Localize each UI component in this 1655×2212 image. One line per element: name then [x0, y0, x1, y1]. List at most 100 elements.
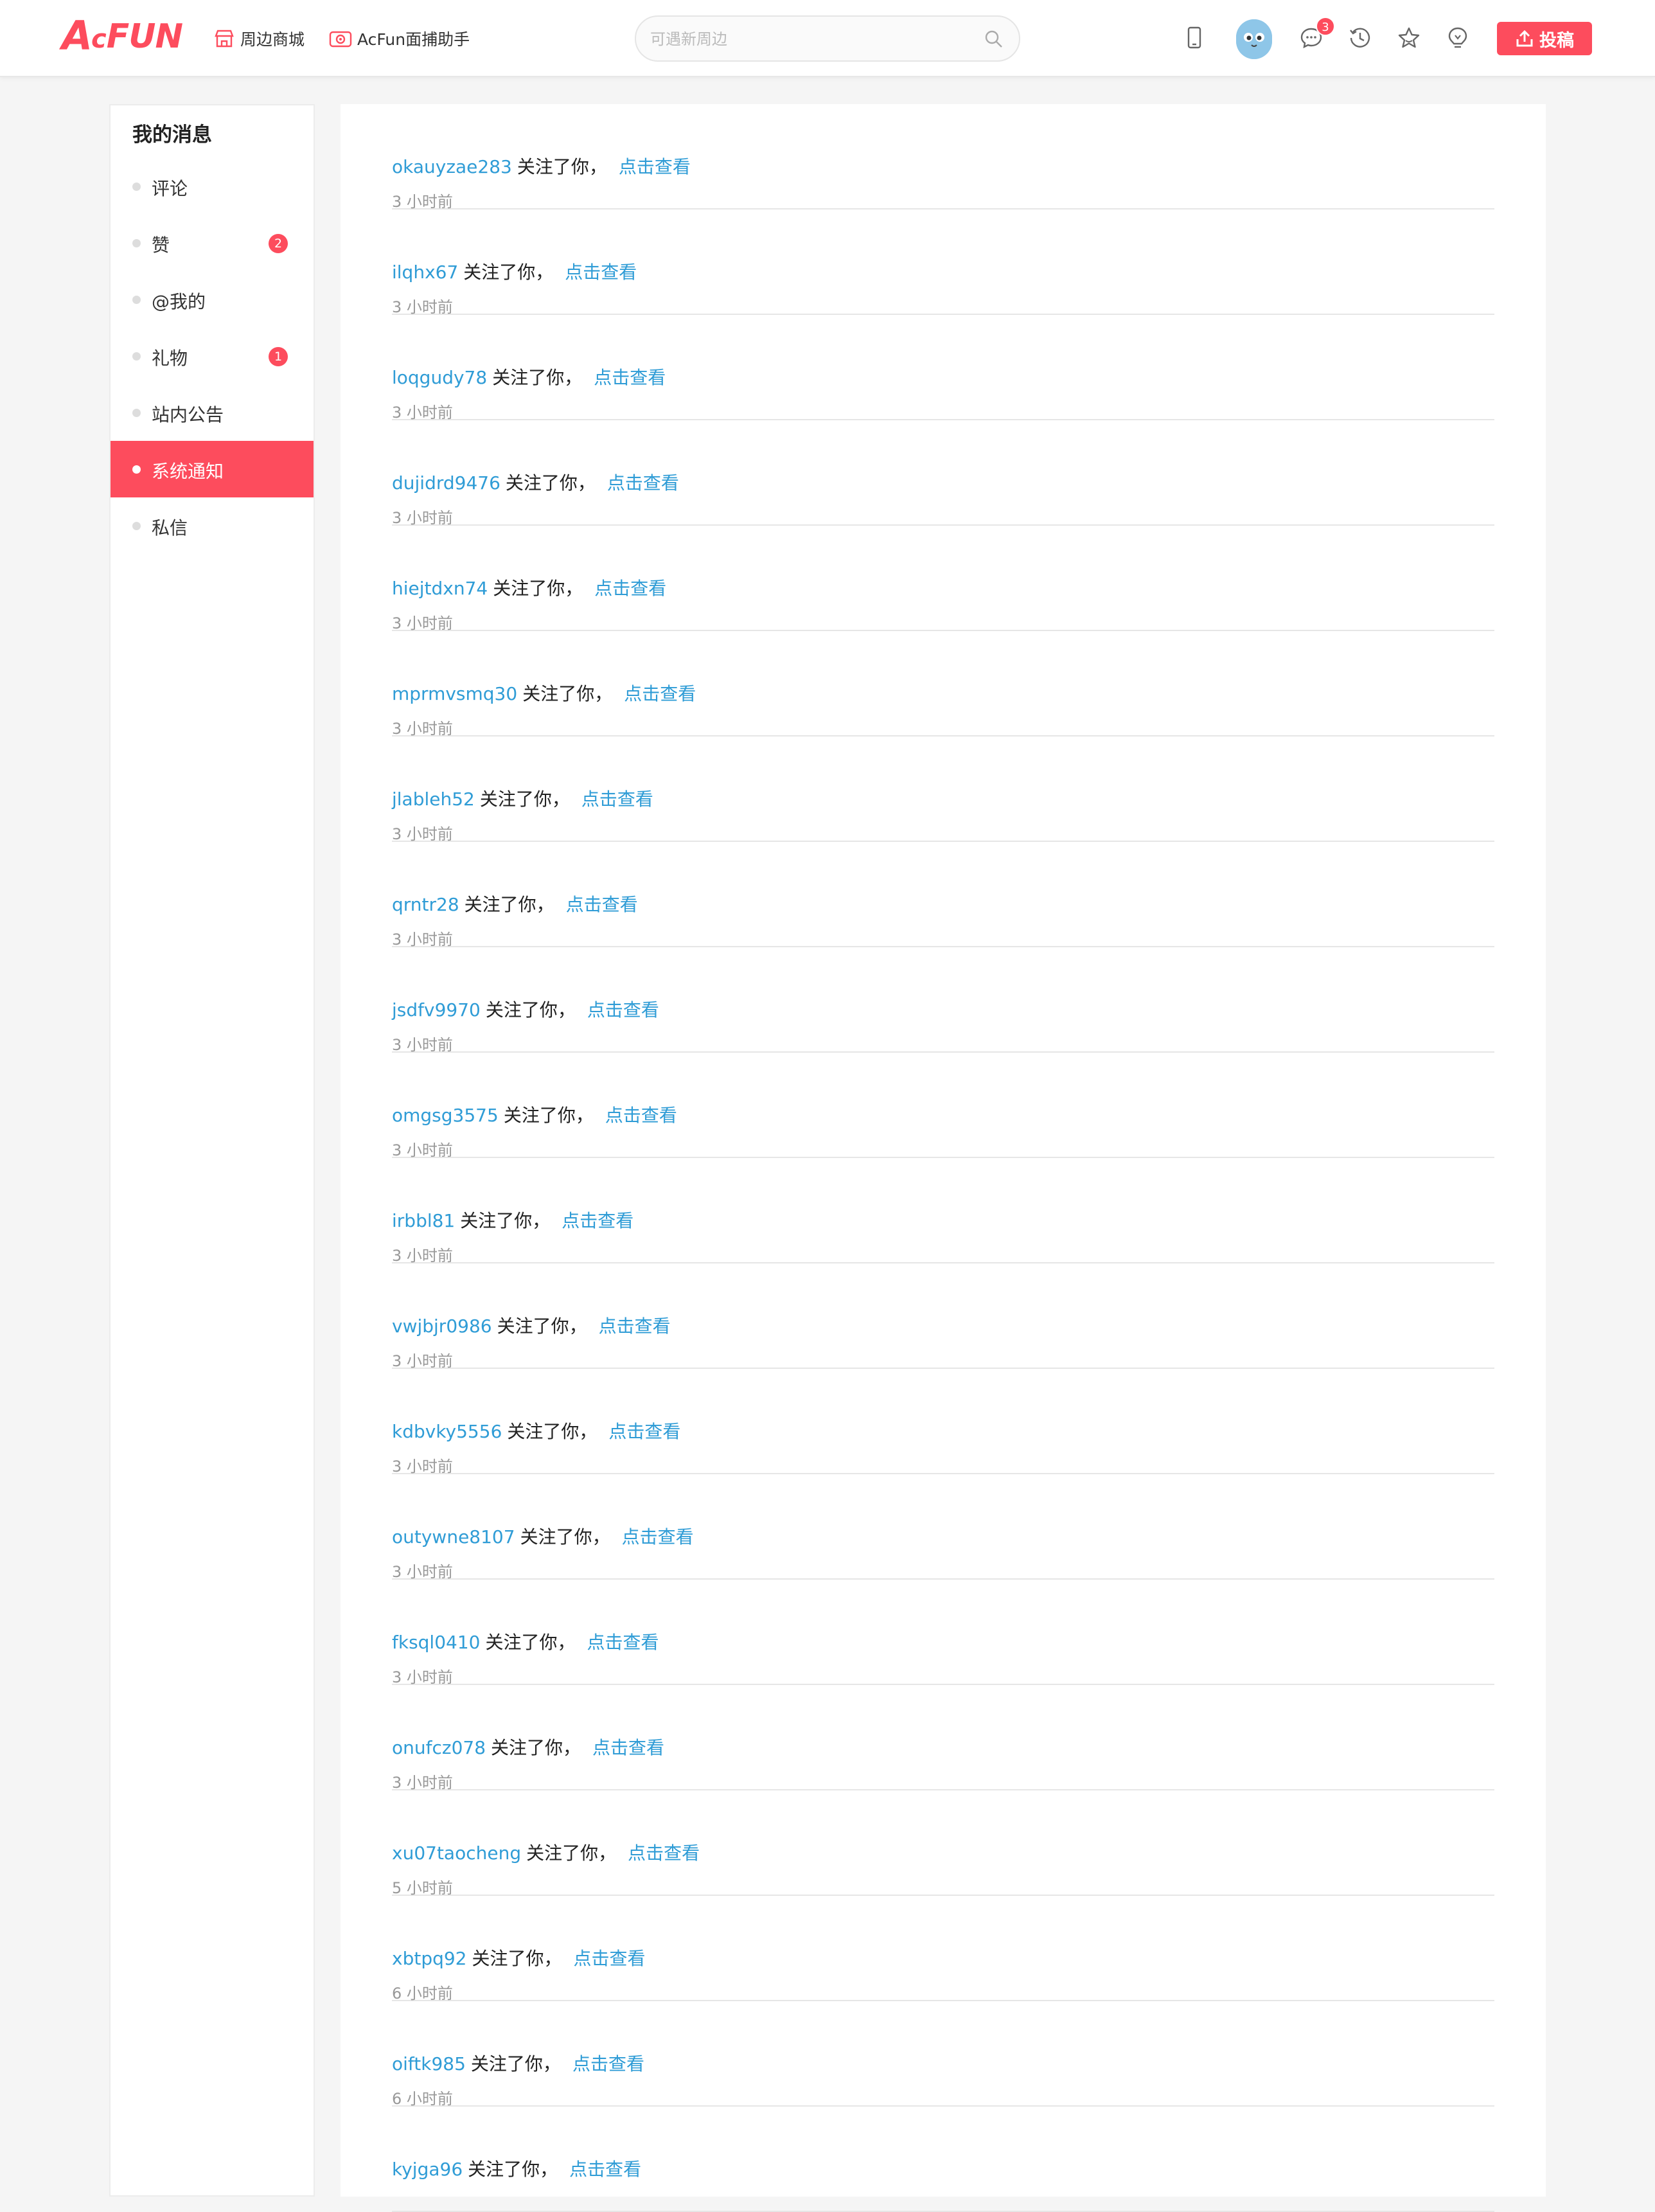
notice-action-text: 关注了你，	[460, 1210, 551, 1231]
notice-action-text: 关注了你，	[468, 2159, 558, 2180]
view-link[interactable]: 点击查看	[566, 894, 638, 915]
view-link[interactable]: 点击查看	[624, 683, 696, 704]
view-link[interactable]: 点击查看	[599, 1316, 671, 1337]
upload-button-label: 投稿	[1539, 30, 1574, 51]
view-link[interactable]: 点击查看	[608, 1421, 680, 1442]
favorites-icon[interactable]	[1397, 26, 1421, 50]
username-link[interactable]: xu07taocheng	[392, 1842, 521, 1864]
notice-text: onufcz078 关注了你， 点击查看	[392, 1734, 664, 1760]
sidebar-item-label: 赞	[152, 235, 170, 256]
view-link[interactable]: 点击查看	[605, 1105, 677, 1126]
username-link[interactable]: jlableh52	[392, 789, 475, 810]
username-link[interactable]: fksql0410	[392, 1632, 480, 1653]
bullet-dot	[132, 296, 141, 304]
nav-link-store-label: 周边商城	[240, 30, 305, 49]
username-link[interactable]: omgsg3575	[392, 1105, 499, 1126]
nav-link-face-capture-label: AcFun面捕助手	[357, 30, 470, 49]
notice-action-text: 关注了你，	[493, 578, 583, 599]
view-link[interactable]: 点击查看	[628, 1842, 700, 1864]
nav-link-face-capture[interactable]: AcFun面捕助手	[329, 26, 470, 51]
view-link[interactable]: 点击查看	[619, 156, 691, 177]
sidebar-item-gifts[interactable]: 礼物 1	[111, 328, 314, 384]
sidebar-item-likes[interactable]: 赞 2	[111, 215, 314, 271]
username-link[interactable]: hiejtdxn74	[392, 578, 488, 599]
notice-text: jlableh52 关注了你， 点击查看	[392, 785, 653, 811]
view-link[interactable]: 点击查看	[592, 1737, 664, 1758]
sidebar-item-private-messages[interactable]: 私信	[111, 497, 314, 554]
notice-text: loqgudy78 关注了你， 点击查看	[392, 364, 666, 389]
username-link[interactable]: jsdfv9970	[392, 999, 481, 1021]
sidebar-item-label: 评论	[152, 178, 188, 199]
acfun-logo[interactable]: Ac FUN	[62, 16, 183, 56]
username-link[interactable]: vwjbjr0986	[392, 1316, 492, 1337]
notice-action-text: 关注了你，	[479, 789, 570, 810]
username-link[interactable]: xbtpq92	[392, 1948, 467, 1969]
avatar[interactable]	[1236, 19, 1272, 59]
creator-icon[interactable]	[1446, 26, 1470, 50]
username-link[interactable]: outywne8107	[392, 1526, 515, 1548]
view-link[interactable]: 点击查看	[562, 1210, 633, 1231]
username-link[interactable]: kdbvky5556	[392, 1421, 502, 1442]
list-item: vwjbjr0986 关注了你， 点击查看 3 小时前	[392, 1263, 1494, 1370]
username-link[interactable]: kyjga96	[392, 2159, 463, 2180]
notice-timestamp: 3 小时前	[392, 825, 453, 843]
sidebar-item-label: 系统通知	[152, 461, 224, 482]
mobile-icon[interactable]	[1185, 26, 1204, 50]
username-link[interactable]: qrntr28	[392, 894, 459, 915]
username-link[interactable]: oiftk985	[392, 2053, 466, 2074]
list-item: loqgudy78 关注了你， 点击查看 3 小时前	[392, 315, 1494, 422]
notice-text: kyjga96 关注了你， 点击查看	[392, 2155, 641, 2181]
view-link[interactable]: 点击查看	[565, 262, 637, 283]
view-link[interactable]: 点击查看	[587, 1632, 659, 1653]
view-link[interactable]: 点击查看	[587, 999, 659, 1021]
sidebar-item-label: 站内公告	[152, 404, 224, 425]
notice-action-text: 关注了你，	[497, 1316, 587, 1337]
list-item: kyjga96 关注了你， 点击查看	[392, 2107, 1494, 2212]
top-header: Ac FUN 周边商城 AcFun面捕助手 可遇新周边 3 投稿	[0, 0, 1655, 77]
notice-timestamp: 3 小时前	[392, 298, 453, 316]
list-item: mprmvsmq30 关注了你， 点击查看 3 小时前	[392, 631, 1494, 738]
view-link[interactable]: 点击查看	[581, 789, 653, 810]
sidebar-title: 我的消息	[132, 123, 212, 147]
username-link[interactable]: dujidrd9476	[392, 472, 500, 494]
view-link[interactable]: 点击查看	[572, 2053, 644, 2074]
notice-text: mprmvsmq30 关注了你， 点击查看	[392, 680, 696, 706]
notice-text: xbtpq92 关注了你， 点击查看	[392, 1945, 646, 1970]
view-link[interactable]: 点击查看	[574, 1948, 646, 1969]
sidebar-item-system-notices[interactable]: 系统通知	[111, 441, 314, 497]
search-box	[635, 15, 1020, 62]
store-icon	[215, 30, 234, 48]
username-link[interactable]: ilqhx67	[392, 262, 458, 283]
notice-text: dujidrd9476 关注了你， 点击查看	[392, 469, 679, 495]
username-link[interactable]: okauyzae283	[392, 156, 512, 177]
search-input[interactable]	[650, 27, 959, 51]
notice-timestamp: 3 小时前	[392, 1036, 453, 1054]
notice-timestamp: 3 小时前	[392, 614, 453, 632]
history-icon[interactable]	[1348, 26, 1372, 50]
bullet-dot	[132, 409, 141, 417]
sidebar-item-mentions[interactable]: @我的	[111, 271, 314, 328]
view-link[interactable]: 点击查看	[607, 472, 679, 494]
nav-link-store[interactable]: 周边商城	[213, 26, 305, 51]
username-link[interactable]: mprmvsmq30	[392, 683, 517, 704]
notice-action-text: 关注了你，	[491, 1737, 581, 1758]
username-link[interactable]: irbbl81	[392, 1210, 455, 1231]
username-link[interactable]: loqgudy78	[392, 367, 487, 388]
search-icon[interactable]	[984, 30, 1004, 49]
list-item: xu07taocheng 关注了你， 点击查看 5 小时前	[392, 1790, 1494, 1897]
upload-button[interactable]: 投稿	[1497, 22, 1592, 55]
notice-action-text: 关注了你，	[492, 367, 583, 388]
list-item: dujidrd9476 关注了你， 点击查看 3 小时前	[392, 420, 1494, 527]
view-link[interactable]: 点击查看	[594, 367, 666, 388]
notice-timestamp: 3 小时前	[392, 931, 453, 949]
unread-badge: 2	[269, 234, 288, 253]
view-link[interactable]: 点击查看	[622, 1526, 694, 1548]
view-link[interactable]: 点击查看	[569, 2159, 641, 2180]
sidebar-item-comments[interactable]: 评论	[111, 158, 314, 215]
notice-timestamp: 3 小时前	[392, 1668, 453, 1686]
bullet-dot	[132, 183, 141, 191]
view-link[interactable]: 点击查看	[594, 578, 666, 599]
username-link[interactable]: onufcz078	[392, 1737, 486, 1758]
notice-text: fksql0410 关注了你， 点击查看	[392, 1628, 659, 1654]
sidebar-item-announcements[interactable]: 站内公告	[111, 384, 314, 441]
